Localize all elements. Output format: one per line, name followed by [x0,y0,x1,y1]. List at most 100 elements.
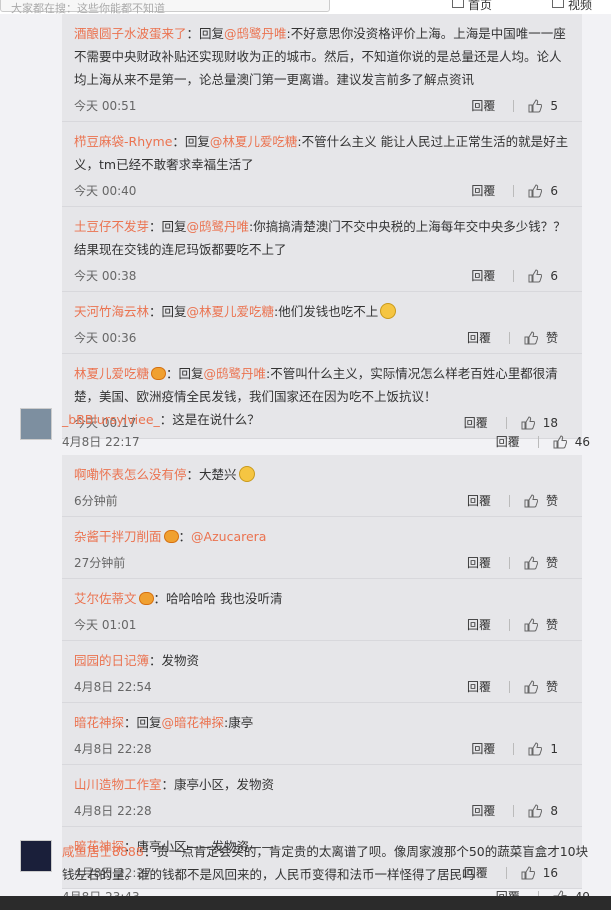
reply-time: 今天 01:01 [74,618,137,632]
reply-button[interactable]: 回覆 [471,97,495,114]
like-icon[interactable] [528,268,543,283]
reply-author[interactable]: 园园的日记簿 [74,653,149,668]
reply-time: 今天 00:51 [74,99,137,113]
divider [508,494,510,507]
reply-button[interactable]: 回覆 [471,740,495,757]
like-icon[interactable] [528,98,543,113]
reply-prefix: ：回复 [186,26,225,41]
reply-button[interactable]: 回覆 [467,616,491,633]
reply-prefix: ：回复 [149,219,187,234]
reply-text-line: 山川造物工作室：康亭小区，发物资 [74,773,570,796]
top-bar: 大家都在搜：这些你能都不知道 首页 视频 [0,0,611,14]
like-icon[interactable] [528,741,543,756]
like-icon[interactable] [524,555,538,570]
like-icon[interactable] [553,434,567,449]
like-count: 赞 [545,618,558,632]
reply-button[interactable]: 回覆 [467,678,491,695]
reply-button[interactable]: 回覆 [467,329,491,346]
reply-button[interactable]: 回覆 [467,492,491,509]
reply-button[interactable]: 回覆 [467,554,491,571]
reply-item: 土豆仔不发芽：回复@鸱鹭丹唯:你搞搞清楚澳门不交中央税的上海每年交中央多少钱？？… [62,207,582,292]
reply-time: 今天 00:38 [74,269,137,283]
member-badge-icon [151,367,167,380]
reply-author[interactable]: 杂酱干拌刀削面 [74,529,162,544]
mention-link[interactable]: @鸱鹭丹唯 [224,26,287,41]
bottom-bar [0,896,611,910]
mention-link[interactable]: @鸱鹭丹唯 [187,219,250,234]
reply-author[interactable]: 酒酿圆子水波蛋来了 [74,26,187,41]
nav-home[interactable]: 首页 [468,0,492,13]
reply-time: 6分钟前 [74,494,118,508]
reply-text: :他们发钱也吃不上 [274,304,379,319]
search-placeholder: 大家都在搜：这些你能都不知道 [11,2,165,14]
video-icon[interactable] [552,0,564,8]
like-count: 5 [550,98,558,113]
divider [537,435,539,448]
reply-author[interactable]: 啊嘞怀表怎么没有停 [74,467,187,482]
mention-link[interactable]: @鸱鹭丹唯 [204,366,267,381]
reply-time: 4月8日 22:28 [74,804,152,818]
reply-text-line: 栉豆麻袋-Rhyme：回复@林夏儿爱吃糖:不管什么主义 能让人民过上正常生活的就… [74,130,570,176]
like-icon[interactable] [524,679,538,694]
reply-text-line: 天河竹海云林：回复@林夏儿爱吃糖:他们发钱也吃不上 [74,300,570,323]
avatar[interactable] [20,408,52,440]
divider [513,742,515,755]
reply-text-line: 杂酱干拌刀削面 ：@Azucarera [74,525,570,548]
reply-author[interactable]: 暗花神探 [74,715,124,730]
comment-time: 4月8日 22:17 [62,435,140,449]
emoji-icon [238,466,255,482]
reply-text-line: 啊嘞怀表怎么没有停：大楚兴 [74,463,570,486]
like-count: 46 [574,434,590,449]
like-count: 赞 [545,556,558,570]
reply-prefix: ：回复 [172,134,210,149]
reply-list: 啊嘞怀表怎么没有停：大楚兴 6分钟前 回覆赞杂酱干拌刀削面 ：@Azucarera 27… [62,455,582,889]
divider [513,99,515,112]
like-icon[interactable] [524,617,538,632]
like-count: 赞 [545,494,558,508]
comment-author[interactable]: 咸鱼居士8888 [62,844,144,859]
reply-author[interactable]: 林夏儿爱吃糖 [74,366,149,381]
reply-item: 杂酱干拌刀削面 ：@Azucarera 27分钟前 回覆 赞 [62,517,582,579]
reply-time: 4月8日 22:28 [74,742,152,756]
reply-button[interactable]: 回覆 [471,182,495,199]
avatar[interactable] [20,840,52,872]
reply-author[interactable]: 天河竹海云林 [74,304,149,319]
search-input[interactable]: 大家都在搜：这些你能都不知道 [0,0,330,14]
reply-author[interactable]: 土豆仔不发芽 [74,219,149,234]
reply-author[interactable]: 栉豆麻袋-Rhyme [74,134,172,149]
like-count: 1 [550,741,558,756]
divider [508,331,510,344]
mention-link[interactable]: @林夏儿爱吃糖 [210,134,298,149]
mention-link[interactable]: @Azucarera [191,529,266,544]
like-count: 6 [550,268,558,283]
reply-text-line: 艾尔佐蒂文 ：哈哈哈哈 我也没听清 [74,587,570,610]
divider [508,556,510,569]
like-icon[interactable] [524,330,538,345]
reply-text: ：哈哈哈哈 我也没听清 [153,591,283,606]
mention-link[interactable]: @暗花神探 [162,715,225,730]
comment-author[interactable]: _bBBlursylviee_ [62,412,160,427]
reply-button[interactable]: 回覆 [471,802,495,819]
reply-text-line: 土豆仔不发芽：回复@鸱鹭丹唯:你搞搞清楚澳门不交中央税的上海每年交中央多少钱？？… [74,215,570,261]
home-icon[interactable] [452,0,464,8]
reply-button[interactable]: 回覆 [496,433,520,450]
like-count: 6 [550,183,558,198]
reply-item: 栉豆麻袋-Rhyme：回复@林夏儿爱吃糖:不管什么主义 能让人民过上正常生活的就… [62,122,582,207]
reply-prefix: ： [178,529,192,544]
like-icon[interactable] [528,183,543,198]
like-icon[interactable] [524,493,538,508]
like-count: 赞 [545,680,558,694]
reply-author[interactable]: 山川造物工作室 [74,777,162,792]
reply-button[interactable]: 回覆 [471,267,495,284]
comment-area: 酒酿圆子水波蛋来了：回复@鸱鹭丹唯:不好意思你没资格评价上海。上海是中国唯一一座… [0,14,611,896]
reply-time: 27分钟前 [74,556,126,570]
divider [513,269,515,282]
mention-link[interactable]: @林夏儿爱吃糖 [187,304,275,319]
nav-video[interactable]: 视频 [568,0,592,13]
reply-author[interactable]: 艾尔佐蒂文 [74,591,137,606]
like-count: 8 [550,803,558,818]
like-count: 赞 [545,331,558,345]
like-icon[interactable] [528,803,543,818]
reply-item: 天河竹海云林：回复@林夏儿爱吃糖:他们发钱也吃不上 今天 00:36 回覆 赞 [62,292,582,354]
reply-button[interactable]: 回覆 [496,888,520,896]
